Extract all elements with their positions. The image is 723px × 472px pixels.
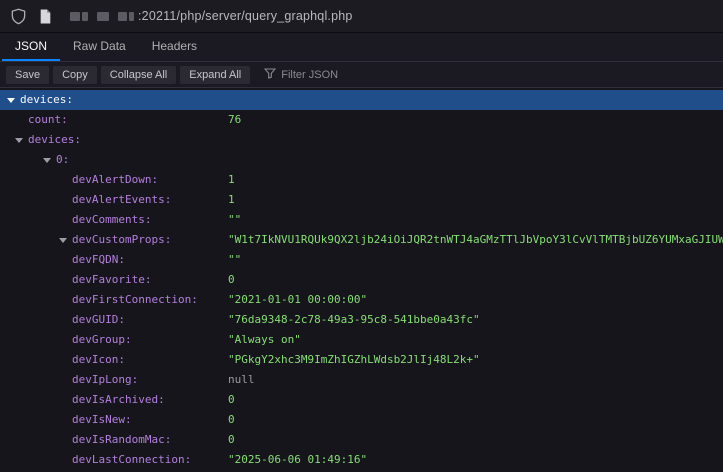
json-value: 0	[228, 390, 235, 410]
json-value: "76da9348-2c78-49a3-95c8-541bbe0a43fc"	[228, 310, 480, 330]
json-key: devIsRandomMac:	[72, 430, 171, 450]
tree-row[interactable]: devAlertEvents: 1	[0, 190, 723, 210]
tree-row[interactable]: devFQDN: ""	[0, 250, 723, 270]
twisty-expanded-icon[interactable]	[7, 98, 15, 103]
browser-url-bar: :20211/php/server/query_graphql.php	[0, 0, 723, 33]
json-tree: devices:count:76devices:0:devAlertDown:1…	[0, 88, 723, 470]
json-value: ""	[228, 210, 241, 230]
json-value: 1	[228, 170, 235, 190]
tab-headers[interactable]: Headers	[139, 33, 210, 61]
tree-row[interactable]: count: 76	[0, 110, 723, 130]
tab-raw-data[interactable]: Raw Data	[60, 33, 139, 61]
json-value: 76	[228, 110, 241, 130]
json-key: devLastConnection:	[72, 450, 191, 470]
redacted-host-blocks	[70, 12, 136, 21]
json-value: "Always on"	[228, 330, 301, 350]
json-value: 0	[228, 410, 235, 430]
tree-row[interactable]: devLastConnection: "2025-06-06 01:49:16"	[0, 450, 723, 470]
tree-row[interactable]: devIcon: "PGkgY2xhc3M9ImZhIGZhLWdsb2JlIj4…	[0, 350, 723, 370]
tree-row[interactable]: devCustomProps: "W1t7IkNVU1RQUk9QX2ljb24i…	[0, 230, 723, 250]
json-key: devIpLong:	[72, 370, 138, 390]
json-value: "2025-06-06 01:49:16"	[228, 450, 367, 470]
filter-box	[264, 66, 431, 84]
json-toolbar: Save Copy Collapse All Expand All	[0, 62, 723, 88]
save-button[interactable]: Save	[6, 66, 49, 84]
tree-row[interactable]: devGUID: "76da9348-2c78-49a3-95c8-541bbe0…	[0, 310, 723, 330]
page-info-icon[interactable]	[39, 9, 52, 24]
json-key: devGroup:	[72, 330, 132, 350]
tree-row[interactable]: devComments: ""	[0, 210, 723, 230]
json-value: 0	[228, 430, 235, 450]
tab-raw-data-label: Raw Data	[73, 39, 126, 53]
url-text[interactable]: :20211/php/server/query_graphql.php	[70, 9, 353, 23]
filter-icon	[264, 66, 276, 84]
json-value: "PGkgY2xhc3M9ImZhIGZhLWdsb2JlIj48L2k+"	[228, 350, 480, 370]
tree-row[interactable]: devIsArchived: 0	[0, 390, 723, 410]
tree-row[interactable]: devices:	[0, 90, 723, 110]
json-value: "W1t7IkNVU1RQUk9QX2ljb24iOiJQR2tnWTJ4aGM…	[228, 230, 723, 250]
tab-headers-label: Headers	[152, 39, 197, 53]
tree-row[interactable]: devIsRandomMac: 0	[0, 430, 723, 450]
json-key: devFQDN:	[72, 250, 125, 270]
json-key: devIcon:	[72, 350, 125, 370]
tree-row[interactable]: devGroup: "Always on"	[0, 330, 723, 350]
json-key: devFavorite:	[72, 270, 151, 290]
tree-row[interactable]: devIpLong: null	[0, 370, 723, 390]
json-key: devComments:	[72, 210, 151, 230]
url-path: :20211/php/server/query_graphql.php	[138, 9, 353, 23]
json-key: devCustomProps:	[72, 230, 171, 250]
twisty-expanded-icon[interactable]	[59, 238, 67, 243]
json-key: devFirstConnection:	[72, 290, 198, 310]
tree-row[interactable]: 0:	[0, 150, 723, 170]
json-value: ""	[228, 250, 241, 270]
json-value: "2021-01-01 00:00:00"	[228, 290, 367, 310]
tab-json-label: JSON	[15, 39, 47, 53]
collapse-all-button[interactable]: Collapse All	[101, 66, 176, 84]
twisty-expanded-icon[interactable]	[15, 138, 23, 143]
tree-row[interactable]: devAlertDown: 1	[0, 170, 723, 190]
json-key: count:	[28, 110, 68, 130]
filter-json-input[interactable]	[281, 69, 431, 81]
tree-row[interactable]: devIsNew: 0	[0, 410, 723, 430]
json-key: devGUID:	[72, 310, 125, 330]
json-value: 0	[228, 270, 235, 290]
tab-json[interactable]: JSON	[2, 33, 60, 61]
tree-row[interactable]: devices:	[0, 130, 723, 150]
twisty-expanded-icon[interactable]	[43, 158, 51, 163]
json-key: devices:	[20, 90, 73, 110]
tree-row[interactable]: devFirstConnection: "2021-01-01 00:00:00"	[0, 290, 723, 310]
tree-row[interactable]: devFavorite: 0	[0, 270, 723, 290]
json-key: devIsNew:	[72, 410, 132, 430]
shield-icon[interactable]	[10, 8, 27, 25]
json-value: null	[228, 370, 255, 390]
expand-all-button[interactable]: Expand All	[180, 66, 250, 84]
viewer-tab-bar: JSON Raw Data Headers	[0, 33, 723, 62]
json-key: devAlertDown:	[72, 170, 158, 190]
json-key: devices:	[28, 130, 81, 150]
copy-button[interactable]: Copy	[53, 66, 97, 84]
json-key: 0:	[56, 150, 69, 170]
json-key: devIsArchived:	[72, 390, 165, 410]
json-key: devAlertEvents:	[72, 190, 171, 210]
json-value: 1	[228, 190, 235, 210]
